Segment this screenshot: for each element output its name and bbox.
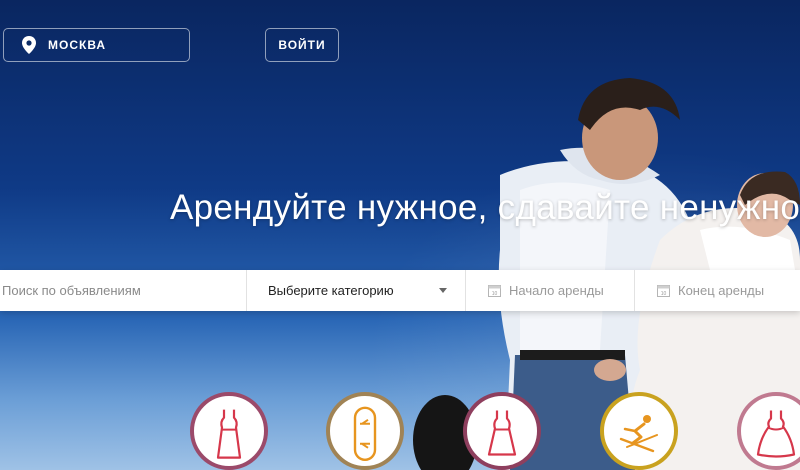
city-selector[interactable]: МОСКВА [3, 28, 190, 62]
login-button[interactable]: ВОЙТИ [265, 28, 339, 62]
category-dress[interactable] [190, 392, 268, 470]
calendar-icon: 10 [657, 285, 670, 297]
wedding-dress-icon [756, 410, 796, 458]
skier-icon [619, 415, 658, 453]
start-date-field[interactable]: 10 Начало аренды [466, 270, 635, 311]
category-snowboard[interactable] [326, 392, 404, 470]
category-skiing[interactable] [600, 392, 678, 470]
hero-headline: Арендуйте нужное, сдавайте ненужно [170, 188, 800, 227]
dress-icon [216, 409, 242, 459]
chevron-down-icon [439, 288, 447, 293]
city-label: МОСКВА [48, 38, 107, 52]
start-date-label: Начало аренды [509, 283, 604, 298]
category-wedding-dress[interactable] [737, 392, 800, 470]
category-icons-row [0, 392, 800, 470]
calendar-icon: 10 [488, 285, 501, 297]
search-input[interactable] [0, 282, 244, 299]
category-cocktail-dress[interactable] [463, 392, 541, 470]
location-pin-icon [22, 36, 36, 54]
svg-text:10: 10 [661, 291, 667, 297]
search-bar: Выберите категорию 10 Начало аренды 10 К… [0, 270, 800, 311]
category-select-label: Выберите категорию [268, 283, 394, 298]
search-field-wrapper [0, 270, 247, 311]
end-date-field[interactable]: 10 Конец аренды [635, 270, 800, 311]
category-select[interactable]: Выберите категорию [247, 270, 466, 311]
cocktail-dress-icon [487, 410, 517, 456]
end-date-label: Конец аренды [678, 283, 765, 298]
svg-text:10: 10 [492, 291, 498, 297]
snowboard-icon [353, 406, 377, 461]
